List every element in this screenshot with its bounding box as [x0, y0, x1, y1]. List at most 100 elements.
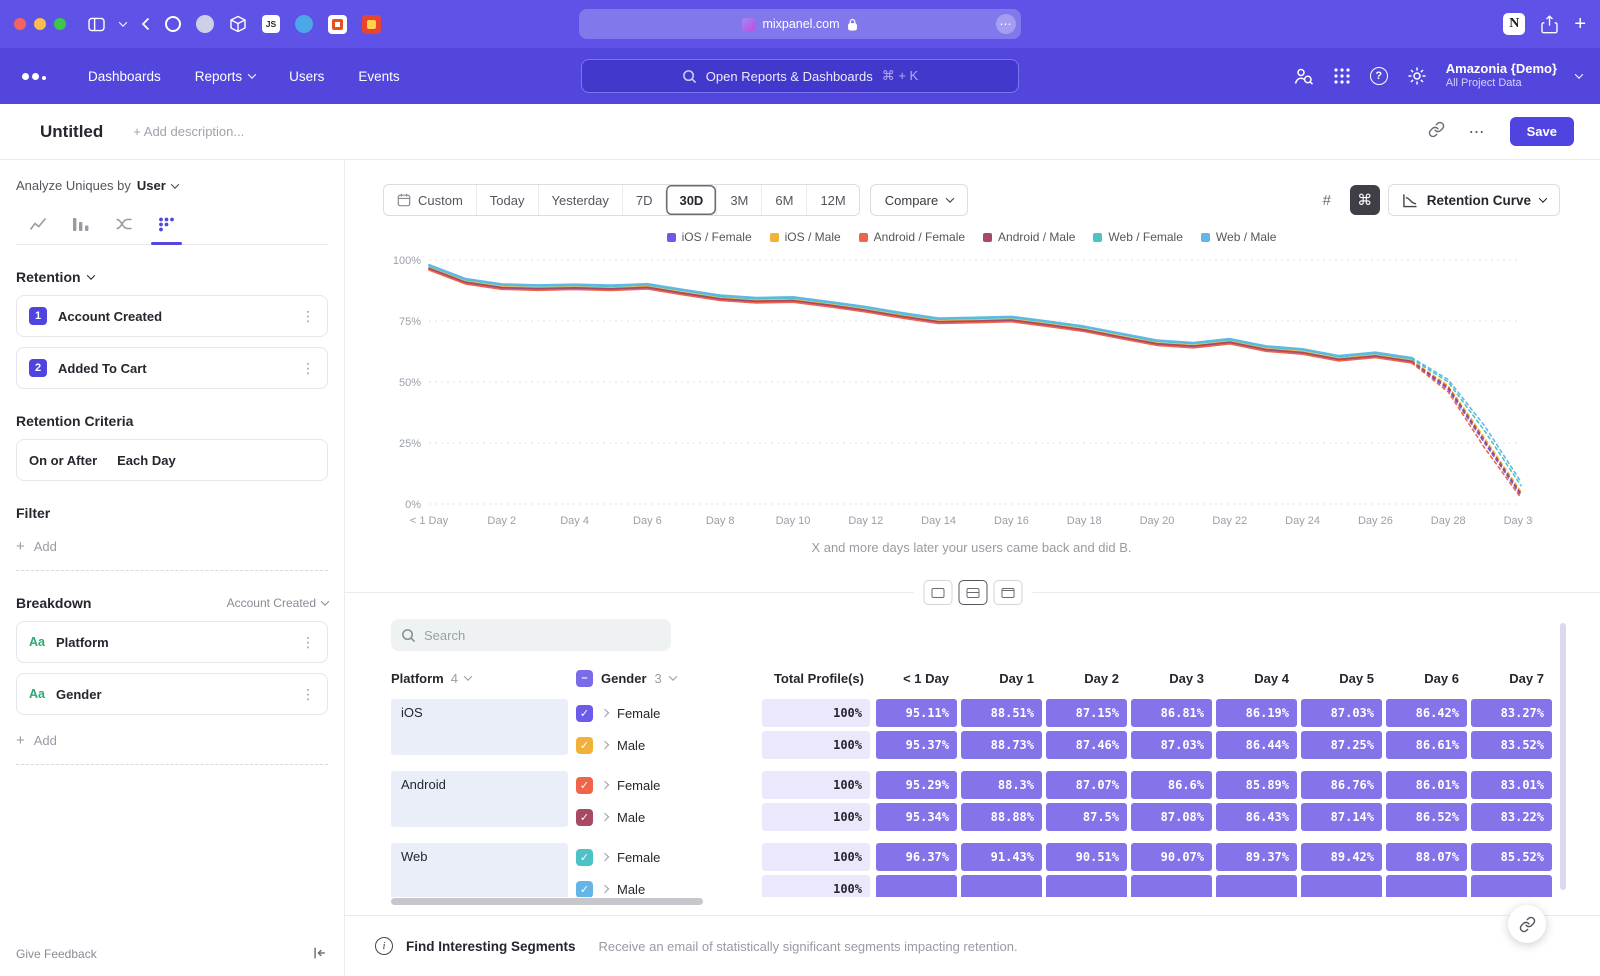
sidebar-toggle-icon[interactable]	[88, 17, 105, 32]
row-checkbox[interactable]: ✓	[576, 809, 593, 826]
range-yesterday[interactable]: Yesterday	[538, 185, 622, 215]
shortcut-command-icon[interactable]: ⌘	[1350, 185, 1380, 215]
legend-item[interactable]: Android / Female	[859, 230, 965, 244]
retention-value-cell[interactable]	[1046, 875, 1127, 897]
address-more-button[interactable]: ⋯	[996, 14, 1016, 34]
expand-chevron-icon[interactable]	[601, 709, 609, 717]
retention-value-cell[interactable]: 87.08%	[1131, 803, 1212, 831]
zoom-window-button[interactable]	[54, 18, 66, 30]
breakdown-property-gender[interactable]: Aa Gender ⋮	[16, 673, 328, 715]
row-checkbox[interactable]: ✓	[576, 849, 593, 866]
breakdown-property-platform[interactable]: Aa Platform ⋮	[16, 621, 328, 663]
retention-value-cell[interactable]: 86.61%	[1386, 731, 1467, 759]
legend-item[interactable]: Web / Male	[1201, 230, 1276, 244]
more-options-button[interactable]: ⋯	[1469, 122, 1486, 142]
range-today[interactable]: Today	[476, 185, 538, 215]
retention-value-cell[interactable]: 90.51%	[1046, 843, 1127, 871]
retention-value-cell[interactable]	[1471, 875, 1552, 897]
retention-value-cell[interactable]: 87.25%	[1301, 731, 1382, 759]
retention-value-cell[interactable]	[876, 875, 957, 897]
extension-icon-2[interactable]	[196, 15, 214, 33]
retention-step-b[interactable]: 2 Added To Cart ⋮	[16, 347, 328, 389]
retention-value-cell[interactable]: 91.43%	[961, 843, 1042, 871]
retention-value-cell[interactable]: 83.01%	[1471, 771, 1552, 799]
property-menu-icon[interactable]: ⋮	[301, 634, 315, 651]
grid-values-icon[interactable]: #	[1312, 185, 1342, 215]
retention-value-cell[interactable]: 96.37%	[876, 843, 957, 871]
legend-item[interactable]: Web / Female	[1093, 230, 1182, 244]
retention-value-cell[interactable]: 87.14%	[1301, 803, 1382, 831]
retention-value-cell[interactable]: 88.3%	[961, 771, 1042, 799]
row-checkbox[interactable]: ✓	[576, 705, 593, 722]
range-7d[interactable]: 7D	[622, 185, 666, 215]
extension-icon-1[interactable]	[165, 16, 181, 32]
range-30d[interactable]: 30D	[665, 185, 716, 215]
user-search-icon[interactable]	[1293, 66, 1314, 86]
retention-value-cell[interactable]: 86.19%	[1216, 699, 1297, 727]
retention-value-cell[interactable]: 86.42%	[1386, 699, 1467, 727]
extension-icon-js[interactable]: JS	[262, 15, 280, 33]
retention-value-cell[interactable]: 89.37%	[1216, 843, 1297, 871]
retention-value-cell[interactable]: 83.22%	[1471, 803, 1552, 831]
nav-users[interactable]: Users	[289, 69, 324, 84]
tab-retention[interactable]	[145, 207, 188, 244]
tab-funnels[interactable]	[59, 207, 102, 244]
retention-value-cell[interactable]	[1131, 875, 1212, 897]
chevron-down-icon[interactable]	[119, 18, 127, 26]
criteria-mode[interactable]: On or After	[29, 453, 97, 468]
add-description-button[interactable]: + Add description...	[133, 124, 244, 139]
retention-value-cell[interactable]: 87.46%	[1046, 731, 1127, 759]
extension-icon-6[interactable]	[328, 15, 347, 34]
range-3m[interactable]: 3M	[716, 185, 761, 215]
mixpanel-logo[interactable]	[22, 73, 46, 80]
retention-value-cell[interactable]: 87.03%	[1131, 731, 1212, 759]
global-search[interactable]: Open Reports & Dashboards ⌘ + K	[581, 59, 1019, 93]
view-table-only-button[interactable]	[993, 580, 1022, 605]
select-all-checkbox[interactable]: –	[576, 670, 593, 687]
find-segments-link[interactable]: Find Interesting Segments	[406, 939, 576, 954]
account-switcher[interactable]: Amazonia {Demo} All Project Data	[1446, 61, 1557, 91]
retention-value-cell[interactable]: 90.07%	[1131, 843, 1212, 871]
address-bar[interactable]: mixpanel.com ⋯	[579, 9, 1021, 39]
horizontal-scrollbar[interactable]	[391, 898, 703, 905]
collapse-sidebar-icon[interactable]	[311, 945, 328, 964]
vertical-scrollbar[interactable]	[1560, 623, 1566, 890]
chevron-down-icon[interactable]	[1575, 70, 1583, 78]
expand-chevron-icon[interactable]	[601, 741, 609, 749]
total-profiles-header[interactable]: Total Profile(s)	[762, 671, 870, 686]
retention-value-cell[interactable]: 88.73%	[961, 731, 1042, 759]
view-split-button[interactable]	[958, 580, 987, 605]
legend-item[interactable]: Android / Male	[983, 230, 1075, 244]
retention-value-cell[interactable]: 86.52%	[1386, 803, 1467, 831]
tab-insights[interactable]	[16, 207, 59, 244]
day-column-header[interactable]: Day 7	[1471, 671, 1552, 686]
extension-icon-5[interactable]	[295, 15, 313, 33]
retention-value-cell[interactable]: 95.34%	[876, 803, 957, 831]
retention-value-cell[interactable]: 88.88%	[961, 803, 1042, 831]
day-column-header[interactable]: Day 2	[1046, 671, 1127, 686]
share-icon[interactable]	[1541, 15, 1558, 34]
step-menu-icon[interactable]: ⋮	[301, 308, 315, 325]
expand-chevron-icon[interactable]	[601, 781, 609, 789]
help-icon[interactable]: ?	[1370, 67, 1388, 85]
retention-value-cell[interactable]: 85.89%	[1216, 771, 1297, 799]
copy-link-icon[interactable]	[1428, 121, 1445, 143]
new-tab-button[interactable]: +	[1574, 14, 1586, 34]
retention-value-cell[interactable]: 87.03%	[1301, 699, 1382, 727]
retention-value-cell[interactable]: 88.51%	[961, 699, 1042, 727]
day-column-header[interactable]: Day 3	[1131, 671, 1212, 686]
retention-value-cell[interactable]: 86.81%	[1131, 699, 1212, 727]
retention-value-cell[interactable]: 87.15%	[1046, 699, 1127, 727]
range-custom[interactable]: Custom	[384, 185, 476, 215]
share-link-fab[interactable]	[1508, 905, 1546, 943]
retention-value-cell[interactable]	[961, 875, 1042, 897]
step-menu-icon[interactable]: ⋮	[301, 360, 315, 377]
retention-value-cell[interactable]: 89.42%	[1301, 843, 1382, 871]
extension-icon-3[interactable]	[229, 15, 247, 33]
nav-reports[interactable]: Reports	[195, 69, 255, 84]
criteria-interval[interactable]: Each Day	[117, 453, 176, 468]
notion-extension-icon[interactable]: N	[1503, 13, 1525, 35]
row-checkbox[interactable]: ✓	[576, 737, 593, 754]
close-window-button[interactable]	[14, 18, 26, 30]
retention-criteria-control[interactable]: On or After Each Day	[16, 439, 328, 481]
